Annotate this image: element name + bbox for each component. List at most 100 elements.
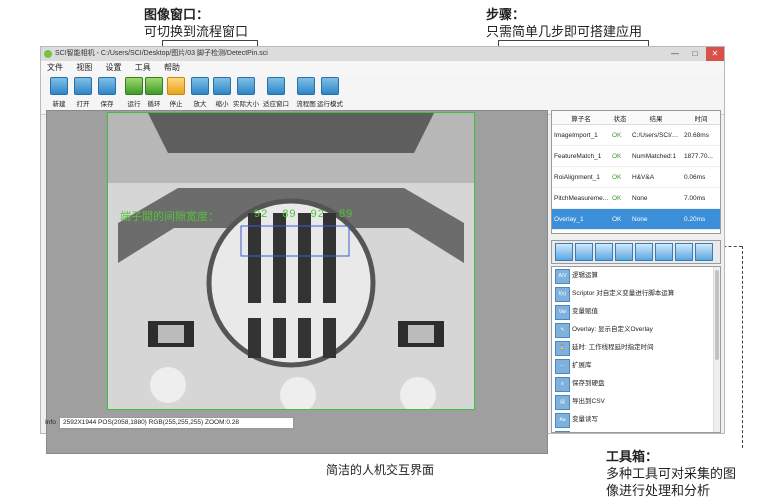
app-window: SCI智能相机 - C:/Users/SCI/Desktop/图片/03 脚子检… [40, 46, 725, 454]
image-window-annotation-desc: 可切换到流程窗口 [144, 24, 249, 39]
toolbar-button-actual-size[interactable]: 实际大小 [233, 77, 259, 108]
overlay-value: 89 [282, 208, 297, 220]
toolbar-button-label: 新建 [52, 101, 66, 108]
maximize-button[interactable]: □ [686, 47, 704, 61]
steps-cell-status: OK [610, 166, 630, 188]
toolbar-button-label: 流程图 [296, 101, 316, 108]
steps-cell-result: None [630, 187, 682, 209]
steps-cell-time: 20.68ms [682, 124, 720, 146]
overlay-value: 89 [338, 208, 354, 220]
tool-icon: f(x) [555, 287, 570, 302]
tool-label: 延时: 工作线程延时指定时间 [572, 344, 654, 351]
camera-image[interactable]: 端子間的间隙宽度： 92 89 92 89 [107, 112, 475, 410]
io-tool-icon[interactable] [675, 243, 693, 261]
toolbox-item[interactable]: ⇆通讯助手 [552, 429, 720, 432]
color-tool-icon[interactable] [575, 243, 593, 261]
flowchart-icon [297, 77, 315, 95]
toolbox-annotation-desc-2: 像进行处理和分析 [606, 483, 711, 498]
toolbox-scrollbar[interactable] [713, 267, 720, 432]
column-header[interactable]: 状态 [610, 111, 630, 125]
steps-row[interactable]: Overlay_1 OK None 0.20ms [552, 208, 720, 230]
menu-bar: 文件 视图 设置 工具 帮助 [41, 61, 724, 74]
steps-row[interactable]: FeatureMatch_1 OK NumMatched:1 1877.70... [552, 145, 720, 167]
caption: 简洁的人机交互界面 [326, 463, 435, 477]
window-tool-icon[interactable] [695, 243, 713, 261]
overlay-value: 92 [310, 208, 325, 220]
tool-icon: ⌛ [555, 341, 570, 356]
steps-cell-name: Overlay_1 [552, 208, 610, 230]
title-bar: SCI智能相机 - C:/Users/SCI/Desktop/图片/03 脚子检… [41, 47, 724, 61]
toolbox-item[interactable]: f(x) Scriptor 对自定义变量进行脚本运算 [552, 285, 720, 303]
toolbox-tab-bar [551, 240, 721, 264]
stop-icon [167, 77, 185, 95]
toolbar-button-label: 适应窗口 [263, 101, 289, 108]
connector-line [162, 40, 257, 41]
steps-header-row: 算子名 状态 结果 时间 [552, 111, 720, 125]
close-button[interactable]: ✕ [706, 47, 724, 61]
menu-file[interactable]: 文件 [47, 63, 63, 72]
menu-tools[interactable]: 工具 [135, 63, 151, 72]
column-header[interactable]: 算子名 [552, 111, 610, 125]
tool-label: Scriptor 对自定义变量进行脚本运算 [572, 290, 675, 297]
column-header[interactable]: 时间 [682, 111, 720, 125]
image-canvas[interactable]: 端子間的间隙宽度： 92 89 92 89 [46, 110, 548, 454]
toolbar-button-flowchart[interactable]: 流程图 [293, 77, 319, 108]
toolbox-item[interactable]: ⋯ 扩展库 [552, 357, 720, 375]
overlay-label: 端子間的间隙宽度： [120, 211, 219, 223]
toolbar-button-label: 停止 [169, 101, 183, 108]
toolbox-item[interactable]: ✎ Overlay: 显示自定义Overlay [552, 321, 720, 339]
overlay-value: 92 [254, 208, 269, 220]
image-tool-icon[interactable] [555, 243, 573, 261]
tool-icon: A/V [555, 269, 570, 284]
toolbar-button-label: 实际大小 [233, 101, 259, 108]
toolbar-button-label: 保存 [100, 101, 114, 108]
toolbox-panel: A/V 逻辑运算 f(x) Scriptor 对自定义变量进行脚本运算 Var 变量赋值 ✎… [551, 266, 721, 433]
toolbox-annotation: 工具箱： 多种工具可对采集的图 像进行处理和分析 [606, 448, 736, 499]
steps-cell-status: OK [610, 145, 630, 167]
steps-cell-time: 7.00ms [682, 187, 720, 209]
tool-icon: Aa [555, 413, 570, 428]
code-tool-icon[interactable] [655, 243, 673, 261]
steps-row[interactable]: PitchMeasureme... OK None 7.00ms [552, 187, 720, 209]
tool-label: Overlay: 显示自定义Overlay [572, 326, 653, 333]
menu-settings[interactable]: 设置 [105, 63, 121, 72]
menu-help[interactable]: 帮助 [164, 63, 180, 72]
toolbox-item[interactable]: Var 变量赋值 [552, 303, 720, 321]
toolbar-button-new-file[interactable]: 新建 [46, 77, 72, 108]
steps-cell-status: OK [610, 124, 630, 146]
scrollbar-thumb[interactable] [715, 270, 719, 360]
toolbox-item[interactable]: ▤ 导出到CSV [552, 393, 720, 411]
toolbox-annotation-title: 工具箱： [606, 449, 659, 464]
column-header[interactable]: 结果 [630, 111, 682, 125]
loop-icon [145, 77, 163, 95]
toolbar-button-fit-window[interactable]: 适应窗口 [263, 77, 289, 108]
steps-table: 算子名 状态 结果 时间 ImageImport_1 OK C:/Users/SCI… [552, 111, 720, 230]
minimize-button[interactable]: — [666, 47, 684, 61]
toolbox-item[interactable]: ⌛ 延时: 工作线程延时指定时间 [552, 339, 720, 357]
search-tool-icon[interactable] [635, 243, 653, 261]
toolbox-item[interactable]: Aa 变量读写 [552, 411, 720, 429]
measure-tool-icon[interactable] [595, 243, 613, 261]
toolbar-button-label: 运行模式 [317, 101, 343, 108]
calc-tool-icon[interactable] [615, 243, 633, 261]
tool-label: 扩展库 [572, 362, 592, 369]
toolbar-button-open-file[interactable]: 打开 [70, 77, 96, 108]
steps-row[interactable]: RoiAlignment_1 OK H&V&A 0.06ms [552, 166, 720, 188]
zoom-in-icon [191, 77, 209, 95]
toolbar-button-save[interactable]: 保存 [94, 77, 120, 108]
toolbar-button-zoom-out[interactable]: 缩小 [209, 77, 235, 108]
main-toolbar: 新建 打开 保存 运行 循环 停止 放大 缩小 实际大小 适应窗口 流程图 运行模式 [41, 74, 724, 115]
toolbar-button-stop[interactable]: 停止 [163, 77, 189, 108]
app-logo-icon [44, 50, 52, 58]
tool-icon: ⇆ [555, 431, 570, 432]
new-file-icon [50, 77, 68, 95]
steps-row[interactable]: ImageImport_1 OK C:/Users/SCI/D... 20.68ms [552, 124, 720, 146]
toolbar-button-run-mode[interactable]: 运行模式 [317, 77, 343, 108]
steps-cell-result: None [630, 208, 682, 230]
toolbar-button-label: 缩小 [215, 101, 229, 108]
menu-view[interactable]: 视图 [76, 63, 92, 72]
toolbar-button-label: 打开 [76, 101, 90, 108]
tool-icon: ⋯ [555, 359, 570, 374]
toolbox-item[interactable]: ≡ 保存到硬盘 [552, 375, 720, 393]
toolbox-item[interactable]: A/V 逻辑运算 [552, 267, 720, 285]
